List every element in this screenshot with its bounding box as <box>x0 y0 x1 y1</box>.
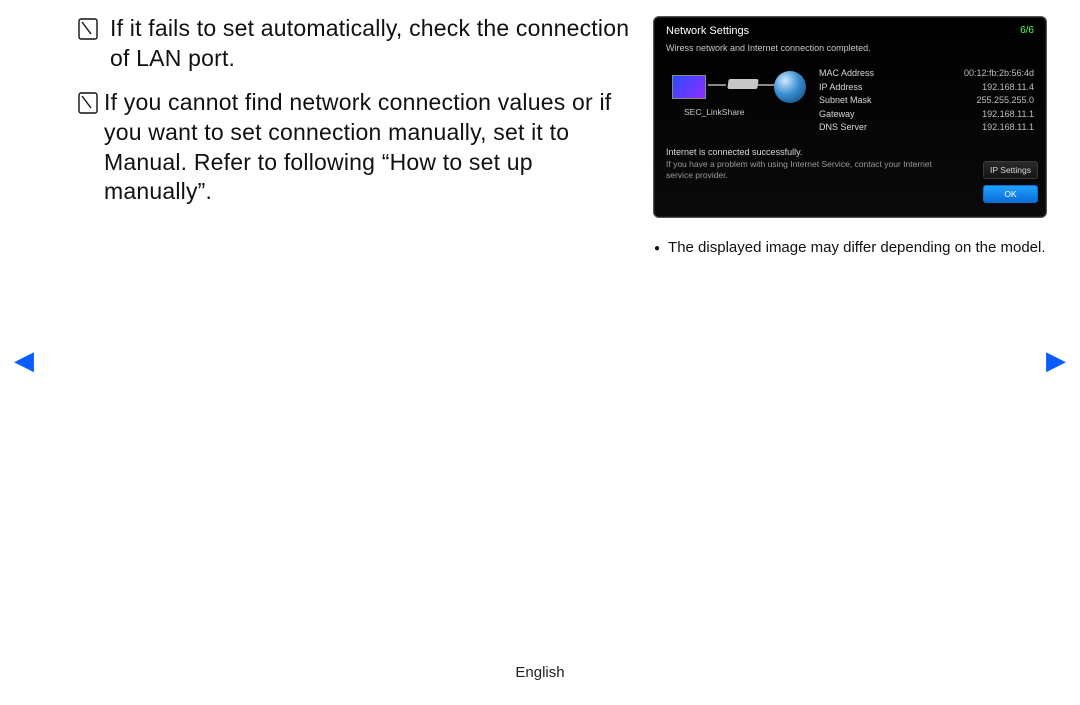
note-item: If you cannot find network connection va… <box>78 88 638 208</box>
ip-settings-button[interactable]: IP Settings <box>983 161 1038 179</box>
field-value: 192.168.11.1 <box>982 108 1034 122</box>
network-settings-panel: Network Settings 6/6 Wiress network and … <box>653 16 1047 218</box>
tv-icon <box>672 75 706 99</box>
router-icon <box>727 79 758 89</box>
panel-subtitle: Wiress network and Internet connection c… <box>654 43 1046 63</box>
note-text: If you cannot find network connection va… <box>104 88 638 208</box>
field-label: IP Address <box>819 81 862 95</box>
help-text: If you have a problem with using Interne… <box>654 157 954 181</box>
table-row: IP Address 192.168.11.4 <box>819 81 1034 95</box>
ok-button[interactable]: OK <box>983 185 1038 203</box>
field-label: DNS Server <box>819 121 867 135</box>
panel-step: 6/6 <box>1020 25 1034 37</box>
field-value: 255.255.255.0 <box>976 94 1034 108</box>
status-text: Internet is connected successfully. <box>654 143 1046 157</box>
table-row: DNS Server 192.168.11.1 <box>819 121 1034 135</box>
note-icon <box>78 92 98 116</box>
network-name: SEC_LinkShare <box>684 107 744 117</box>
table-row: MAC Address 00:12:fb:2b:56:4d <box>819 67 1034 81</box>
field-value: 00:12:fb:2b:56:4d <box>964 67 1034 81</box>
note-item: If it fails to set automatically, check … <box>78 14 638 74</box>
link-segment-icon <box>708 84 726 86</box>
caption-text: The displayed image may differ depending… <box>668 238 1045 258</box>
globe-icon <box>774 71 806 103</box>
field-label: Subnet Mask <box>819 94 872 108</box>
network-details-table: MAC Address 00:12:fb:2b:56:4d IP Address 1… <box>819 67 1034 135</box>
panel-title: Network Settings <box>666 25 749 37</box>
field-value: 192.168.11.4 <box>982 81 1034 95</box>
next-page-arrow[interactable]: ▶ <box>1046 345 1066 376</box>
body-text: If it fails to set automatically, check … <box>78 14 638 221</box>
field-label: MAC Address <box>819 67 874 81</box>
note-text: If it fails to set automatically, check … <box>110 14 638 74</box>
bullet-icon: ● <box>654 238 660 258</box>
page-language: English <box>0 664 1080 681</box>
manual-page: ▶ ▶ If it fails to set automatically, ch… <box>0 0 1080 705</box>
note-icon <box>78 18 98 42</box>
prev-page-arrow[interactable]: ▶ <box>14 345 34 376</box>
table-row: Subnet Mask 255.255.255.0 <box>819 94 1034 108</box>
field-label: Gateway <box>819 108 855 122</box>
image-caption: ● The displayed image may differ dependi… <box>654 238 1048 258</box>
connection-graphic: SEC_LinkShare <box>666 67 811 121</box>
table-row: Gateway 192.168.11.1 <box>819 108 1034 122</box>
field-value: 192.168.11.1 <box>982 121 1034 135</box>
